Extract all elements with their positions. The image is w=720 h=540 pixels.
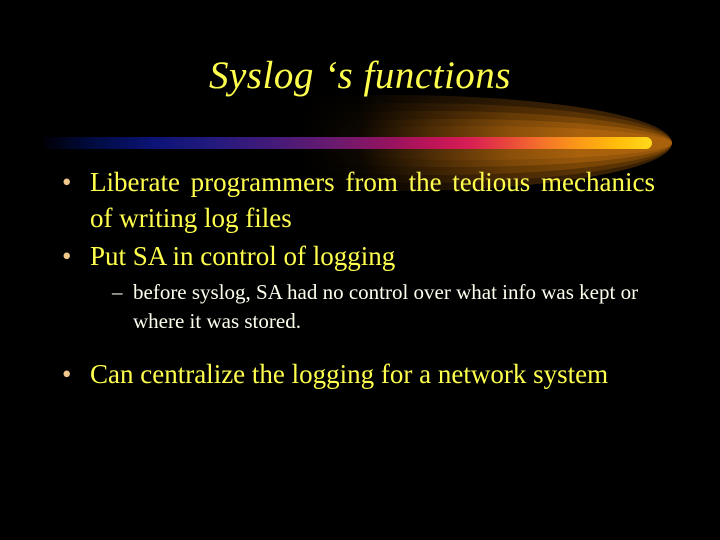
bullet-marker-icon: • [62,241,72,271]
bullet-marker-icon: • [62,359,72,389]
bullet-item: • Put SA in control of logging [0,238,720,274]
bullet-marker-icon: • [62,167,72,197]
bullet-text: Can centralize the logging for a network… [90,359,609,389]
gradient-accent-bar [44,137,652,149]
slide-body: • Liberate programmers from the tedious … [0,164,720,394]
bullet-text: Liberate programmers from the tedious me… [90,167,655,233]
bullet-item: • Liberate programmers from the tedious … [0,164,720,236]
slide-title: Syslog ‘s functions [209,54,511,97]
dash-marker-icon: – [112,280,123,304]
sub-bullet-item: – before syslog, SA had no control over … [0,278,720,336]
bullet-text: Put SA in control of logging [90,241,396,271]
bullet-item: • Can centralize the logging for a netwo… [0,356,720,392]
glow-layer-4 [232,119,672,167]
glow-layer-5 [272,126,672,160]
presentation-slide: Syslog ‘s functions • Liberate programme… [0,0,720,540]
sub-bullet-text: before syslog, SA had no control over wh… [133,280,639,333]
